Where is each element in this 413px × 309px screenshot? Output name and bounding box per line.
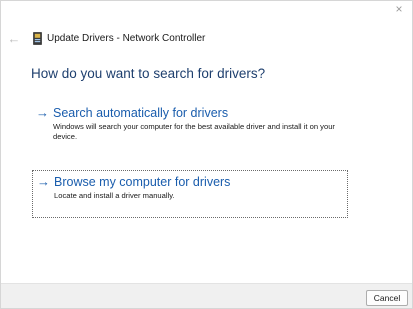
- search-automatically-option[interactable]: → Search automatically for drivers Windo…: [32, 102, 348, 148]
- window-title: Update Drivers - Network Controller: [47, 33, 206, 44]
- dialog-footer: Cancel: [1, 283, 412, 308]
- option-description: Windows will search your computer for th…: [53, 122, 335, 141]
- option-description: Locate and install a driver manually.: [54, 191, 175, 200]
- arrow-right-icon: →: [36, 105, 49, 120]
- option-title: Browse my computer for drivers: [54, 175, 231, 189]
- page-title: How do you want to search for drivers?: [31, 66, 266, 81]
- update-drivers-dialog: ← Update Drivers - Network Controller × …: [0, 0, 413, 309]
- browse-computer-option[interactable]: → Browse my computer for drivers Locate …: [32, 170, 348, 218]
- device-manager-icon: [33, 32, 42, 45]
- title-bar: ← Update Drivers - Network Controller ×: [1, 1, 412, 51]
- back-arrow-icon[interactable]: ←: [5, 30, 23, 48]
- option-title: Search automatically for drivers: [53, 106, 229, 120]
- arrow-right-icon: →: [37, 174, 50, 189]
- cancel-button[interactable]: Cancel: [366, 290, 408, 306]
- close-icon[interactable]: ×: [388, 1, 410, 19]
